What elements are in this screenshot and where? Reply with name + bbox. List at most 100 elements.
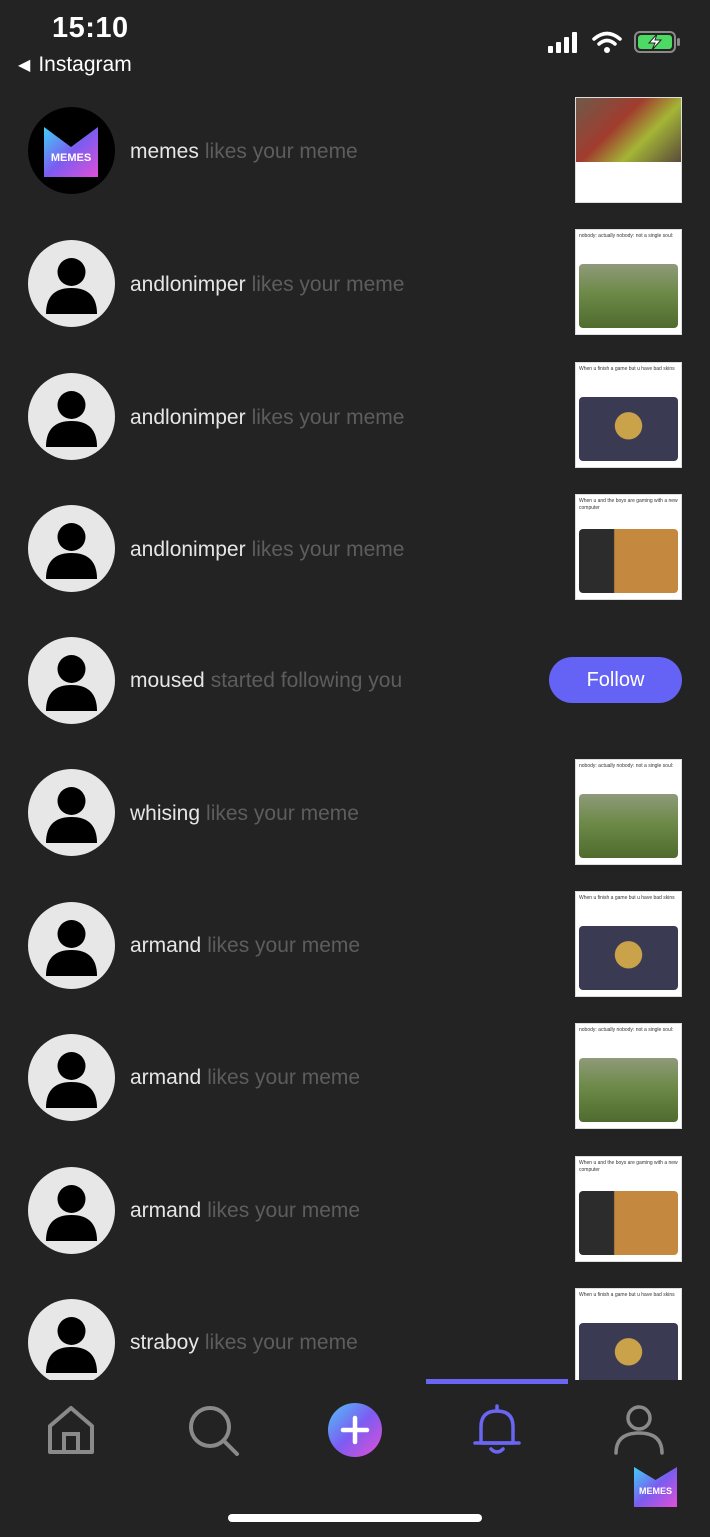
- meme-thumbnail[interactable]: When u and the boys are gaming with a ne…: [575, 1156, 682, 1262]
- follow-button[interactable]: Follow: [549, 657, 682, 703]
- home-icon: [48, 1406, 94, 1454]
- meme-image: [579, 1191, 678, 1255]
- meme-image: [579, 1323, 678, 1380]
- default-user-icon: [46, 655, 97, 711]
- notifications-list[interactable]: MEMES memes likes your meme andlonimper li…: [0, 90, 710, 1380]
- memes-logo-icon: MEMES: [44, 127, 98, 177]
- meme-caption: When u finish a game but u have bad skin…: [579, 895, 675, 901]
- meme-image: [579, 529, 678, 593]
- avatar[interactable]: [28, 902, 115, 989]
- notification-row[interactable]: armand likes your meme nobody: actually n…: [0, 1014, 710, 1146]
- meme-thumbnail[interactable]: When u and the boys are gaming with a ne…: [575, 494, 682, 600]
- notification-row[interactable]: andlonimper likes your meme When u and th…: [0, 486, 710, 618]
- meme-thumbnail[interactable]: [575, 97, 682, 203]
- meme-thumbnail[interactable]: nobody: actually nobody: not a single so…: [575, 759, 682, 865]
- notification-text: memes likes your meme: [130, 140, 358, 164]
- avatar[interactable]: [28, 505, 115, 592]
- meme-image: [579, 926, 678, 990]
- notification-row[interactable]: MEMES memes likes your meme: [0, 90, 710, 222]
- meme-thumbnail[interactable]: nobody: actually nobody: not a single so…: [575, 1023, 682, 1129]
- notification-action: likes your meme: [206, 802, 359, 825]
- meme-caption: When u and the boys are gaming with a ne…: [579, 1160, 678, 1173]
- notification-row[interactable]: whising likes your meme nobody: actually …: [0, 750, 710, 882]
- notification-action: likes your meme: [251, 406, 405, 429]
- meme-caption: When u and the boys are gaming with a ne…: [579, 498, 678, 511]
- notification-row[interactable]: armand likes your meme When u finish a ga…: [0, 882, 710, 1014]
- notification-action: likes your meme: [251, 538, 405, 561]
- username[interactable]: armand: [130, 1066, 201, 1089]
- username[interactable]: moused: [130, 669, 205, 692]
- username[interactable]: armand: [130, 1199, 201, 1222]
- svg-text:MEMES: MEMES: [639, 1486, 672, 1496]
- avatar[interactable]: [28, 240, 115, 327]
- memes-logo-icon: MEMES: [634, 1467, 677, 1507]
- avatar[interactable]: [28, 1034, 115, 1121]
- notification-text: andlonimper likes your meme: [130, 538, 404, 562]
- meme-thumbnail[interactable]: When u finish a game but u have bad skin…: [575, 891, 682, 997]
- wifi-icon: [592, 31, 622, 53]
- notification-text: armand likes your meme: [130, 1066, 360, 1090]
- back-triangle-icon: ◀: [18, 57, 31, 74]
- notification-action: likes your meme: [207, 934, 361, 957]
- avatar[interactable]: [28, 1299, 115, 1380]
- notification-text: straboy likes your meme: [130, 1331, 358, 1355]
- username[interactable]: whising: [130, 802, 200, 825]
- meme-image: [579, 264, 678, 328]
- meme-image: [576, 98, 681, 162]
- memes-logo-avatar[interactable]: MEMES: [28, 107, 115, 194]
- memes-watermark-logo: MEMES: [633, 1466, 678, 1508]
- default-user-icon: [46, 258, 97, 314]
- username[interactable]: memes: [130, 140, 199, 163]
- default-user-icon: [46, 523, 97, 579]
- status-bar: 15:10 ◀ Instagram: [0, 0, 710, 90]
- notification-text: armand likes your meme: [130, 1199, 360, 1223]
- default-user-icon: [46, 1052, 97, 1108]
- tab-notifications[interactable]: [467, 1400, 527, 1460]
- home-indicator[interactable]: [228, 1514, 482, 1522]
- notification-row[interactable]: andlonimper likes your meme nobody: actua…: [0, 222, 710, 354]
- avatar[interactable]: [28, 637, 115, 724]
- meme-thumbnail[interactable]: When u finish a game but u have bad skin…: [575, 362, 682, 468]
- username[interactable]: armand: [130, 934, 201, 957]
- meme-image: [579, 397, 678, 461]
- svg-text:MEMES: MEMES: [51, 152, 91, 164]
- battery-charging-icon: [634, 31, 680, 53]
- notification-text: andlonimper likes your meme: [130, 406, 404, 430]
- meme-caption: nobody: actually nobody: not a single so…: [579, 763, 674, 769]
- search-icon: [189, 1406, 239, 1456]
- notification-action: likes your meme: [204, 1331, 358, 1354]
- meme-caption: nobody: actually nobody: not a single so…: [579, 1027, 674, 1033]
- notification-row[interactable]: andlonimper likes your meme When u finish…: [0, 354, 710, 486]
- notification-action: started following you: [210, 669, 403, 692]
- avatar[interactable]: [28, 373, 115, 460]
- avatar[interactable]: [28, 769, 115, 856]
- notification-row[interactable]: armand likes your meme When u and the boy…: [0, 1146, 710, 1278]
- meme-image: [579, 1058, 678, 1122]
- avatar[interactable]: [28, 1167, 115, 1254]
- meme-caption: When u finish a game but u have bad skin…: [579, 1292, 675, 1298]
- notification-text: moused started following you: [130, 669, 402, 693]
- back-to-app-button[interactable]: ◀ Instagram: [18, 53, 132, 77]
- notification-action: likes your meme: [207, 1066, 361, 1089]
- default-user-icon: [46, 1185, 97, 1241]
- tab-search[interactable]: [183, 1400, 243, 1460]
- username[interactable]: andlonimper: [130, 406, 246, 429]
- default-user-icon: [46, 787, 97, 843]
- notification-action: likes your meme: [204, 140, 358, 163]
- meme-thumbnail[interactable]: When u finish a game but u have bad skin…: [575, 1288, 682, 1380]
- username[interactable]: andlonimper: [130, 273, 246, 296]
- tab-create-post[interactable]: [325, 1400, 385, 1460]
- back-app-label: Instagram: [38, 53, 132, 76]
- username[interactable]: andlonimper: [130, 538, 246, 561]
- tab-profile[interactable]: [609, 1400, 669, 1460]
- meme-image: [579, 794, 678, 858]
- tab-home[interactable]: [41, 1400, 101, 1460]
- notification-action: likes your meme: [251, 273, 405, 296]
- username[interactable]: straboy: [130, 1331, 199, 1354]
- meme-thumbnail[interactable]: nobody: actually nobody: not a single so…: [575, 229, 682, 335]
- notification-row[interactable]: straboy likes your meme When u finish a g…: [0, 1278, 710, 1380]
- notification-row[interactable]: moused started following you Follow: [0, 618, 710, 750]
- status-icons: [548, 30, 682, 54]
- status-time: 15:10: [52, 12, 129, 44]
- cellular-signal-icon: [548, 32, 577, 53]
